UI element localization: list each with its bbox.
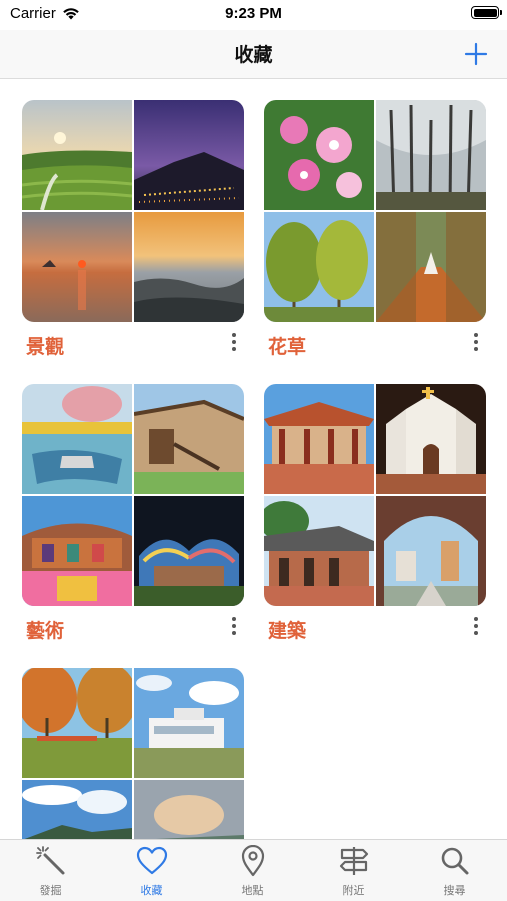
album-photo (134, 780, 244, 839)
signpost-icon (339, 847, 369, 875)
album-photo (376, 384, 486, 494)
album-card[interactable]: 藝術 (22, 384, 244, 642)
album-photo (134, 100, 244, 210)
album-photo-grid[interactable] (22, 384, 244, 606)
tab-label: 發掘 (39, 885, 62, 897)
album-photo (134, 212, 244, 322)
album-photo-grid[interactable] (22, 100, 244, 322)
tab-places[interactable]: 地點 (202, 840, 303, 901)
album-title: 藝術 (26, 621, 65, 642)
album-photo-grid[interactable] (264, 384, 486, 606)
page-title: 收藏 (234, 45, 273, 66)
album-photo (264, 212, 374, 322)
album-photo (22, 384, 132, 494)
album-title: 建築 (268, 621, 307, 642)
more-options-icon[interactable] (226, 330, 242, 354)
battery-icon (471, 6, 502, 19)
more-options-icon[interactable] (468, 614, 484, 638)
clock: 9:23 PM (225, 5, 282, 22)
album-card[interactable]: 花草 (264, 100, 486, 358)
album-photo (376, 496, 486, 606)
album-photo (264, 496, 374, 606)
tab-bar: 發掘 收藏 地點 附近 搜尋 (0, 839, 507, 901)
album-card[interactable]: 景觀 (22, 100, 244, 358)
tab-label: 附近 (342, 885, 365, 897)
album-photo (264, 384, 374, 494)
album-title: 花草 (268, 337, 307, 358)
location-pin-icon (241, 845, 265, 877)
more-options-icon[interactable] (226, 614, 242, 638)
heart-icon (136, 846, 168, 875)
album-photo (22, 100, 132, 210)
album-photo (134, 496, 244, 606)
tab-label: 地點 (241, 885, 264, 897)
navigation-bar: 收藏 (0, 30, 507, 79)
album-photo (22, 668, 132, 778)
tab-discover[interactable]: 發掘 (0, 840, 101, 901)
magic-wand-icon (36, 846, 65, 875)
album-photo (134, 384, 244, 494)
album-photo (376, 212, 486, 322)
tab-label: 收藏 (140, 885, 163, 897)
album-photo (376, 100, 486, 210)
album-photo-grid[interactable] (22, 668, 244, 839)
album-photo (134, 668, 244, 778)
tab-label: 搜尋 (443, 885, 466, 897)
search-icon (441, 847, 469, 875)
album-card[interactable]: 建築 (264, 384, 486, 642)
add-icon[interactable] (461, 35, 491, 71)
tab-nearby[interactable]: 附近 (303, 840, 404, 901)
album-photo-grid[interactable] (264, 100, 486, 322)
album-photo (22, 212, 132, 322)
tab-search[interactable]: 搜尋 (404, 840, 505, 901)
album-card[interactable] (22, 668, 244, 839)
status-bar: Carrier 9:23 PM (0, 0, 507, 30)
album-collection: 景觀 花草 藝術 建築 (0, 79, 507, 839)
album-photo (22, 496, 132, 606)
album-title: 景觀 (26, 337, 65, 358)
more-options-icon[interactable] (468, 330, 484, 354)
album-photo (264, 100, 374, 210)
tab-favorites[interactable]: 收藏 (101, 840, 202, 901)
album-photo (22, 780, 132, 839)
